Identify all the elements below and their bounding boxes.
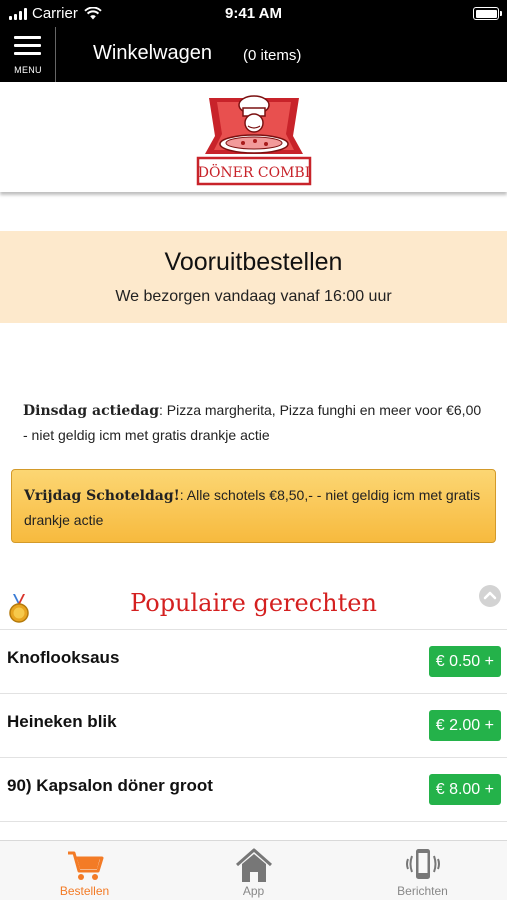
item-name: 90) Kapsalon döner groot xyxy=(7,776,213,795)
add-to-cart-button[interactable]: € 0.50 + xyxy=(428,646,501,677)
popular-section-header: Populaire gerechten xyxy=(0,580,507,628)
menu-button[interactable]: MENU xyxy=(0,27,56,82)
hamburger-icon xyxy=(14,36,41,60)
status-bar: Carrier 9:41 AM xyxy=(0,0,507,27)
logo-header: DÖNER COMBI xyxy=(0,82,507,192)
clock: 9:41 AM xyxy=(225,5,282,22)
promo-tuesday: Dinsdag actiedag: Pizza margherita, Pizz… xyxy=(23,398,483,447)
list-item[interactable]: 90) Kapsalon döner groot € 8.00 + xyxy=(0,758,507,822)
tab-label: Bestellen xyxy=(59,884,110,898)
chevron-up-icon[interactable] xyxy=(479,585,501,607)
restaurant-logo: DÖNER COMBI xyxy=(196,95,312,186)
popular-items-list: Knoflooksaus € 0.50 + Heineken blik € 2.… xyxy=(0,629,507,822)
nav-bar: MENU Winkelwagen (0 items) xyxy=(0,27,507,82)
preorder-banner: Vooruitbestellen We bezorgen vandaag van… xyxy=(0,231,507,323)
menu-label: MENU xyxy=(14,65,42,75)
tab-label: App xyxy=(242,884,265,898)
item-name: Knoflooksaus xyxy=(7,648,120,667)
battery-icon xyxy=(473,7,502,20)
tab-bar: Bestellen App Berichten xyxy=(0,840,507,900)
cart-icon xyxy=(67,851,103,880)
list-item[interactable]: Heineken blik € 2.00 + xyxy=(0,694,507,758)
promo-title: Dinsdag actiedag xyxy=(23,403,159,419)
tab-label: Berichten xyxy=(397,884,448,898)
promo-friday: Vrijdag Schoteldag!: Alle schotels €8,50… xyxy=(11,469,496,543)
logo-text: DÖNER COMBI xyxy=(198,163,311,181)
item-name: Heineken blik xyxy=(7,712,117,731)
add-to-cart-button[interactable]: € 8.00 + xyxy=(428,774,501,805)
home-icon xyxy=(235,848,272,882)
add-to-cart-button[interactable]: € 2.00 + xyxy=(428,710,501,741)
promo-title: Vrijdag Schoteldag! xyxy=(24,488,180,504)
page-title[interactable]: Winkelwagen xyxy=(93,42,212,65)
preorder-title: Vooruitbestellen xyxy=(164,248,343,276)
tab-bestellen[interactable]: Bestellen xyxy=(0,841,169,900)
list-item[interactable]: Knoflooksaus € 0.50 + xyxy=(0,630,507,694)
popular-title: Populaire gerechten xyxy=(130,589,377,617)
cart-item-count[interactable]: (0 items) xyxy=(243,47,301,64)
tab-app[interactable]: App xyxy=(169,841,338,900)
preorder-subtitle: We bezorgen vandaag vanaf 16:00 uur xyxy=(115,288,392,305)
phone-vibrate-icon xyxy=(405,849,440,879)
tab-berichten[interactable]: Berichten xyxy=(338,841,507,900)
